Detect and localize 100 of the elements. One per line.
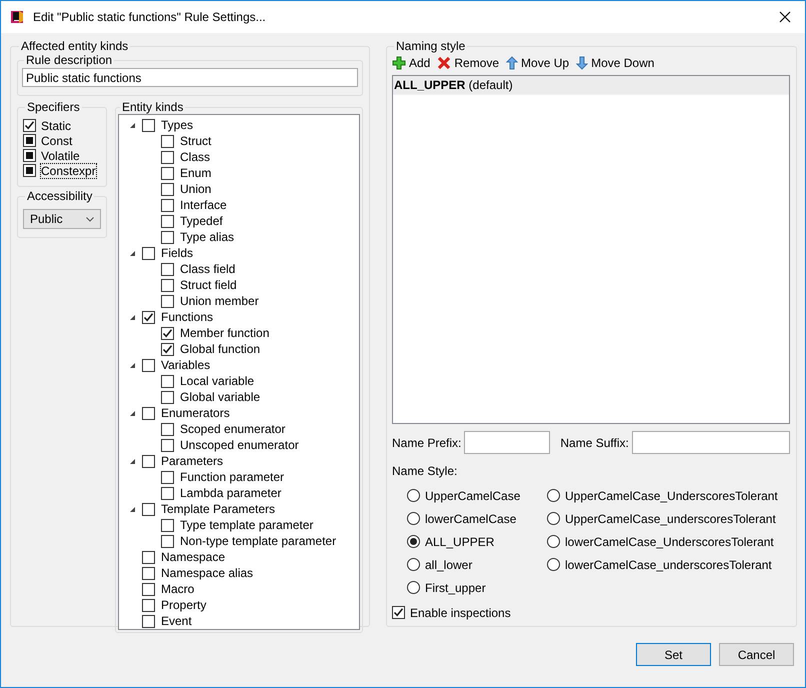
checkbox[interactable]	[161, 486, 174, 500]
move-down-button[interactable]: Move Down	[576, 56, 658, 70]
expand-arrow-icon[interactable]	[129, 122, 136, 128]
checkbox[interactable]	[142, 566, 155, 580]
tree-item-label[interactable]: Variables	[161, 358, 210, 372]
checkbox[interactable]	[161, 534, 174, 548]
checkbox[interactable]	[161, 518, 174, 532]
radio-label: lowerCamelCase_underscoresTolerant	[565, 558, 772, 572]
tree-item-label[interactable]: Type template parameter	[180, 518, 314, 532]
radio-button[interactable]	[407, 489, 420, 502]
tree-item-label[interactable]: Class	[180, 150, 210, 164]
tree-item-label[interactable]: Member function	[180, 326, 270, 340]
cancel-button[interactable]: Cancel	[719, 643, 794, 666]
checkbox[interactable]	[23, 149, 36, 162]
checkbox[interactable]	[161, 182, 174, 196]
checkbox[interactable]	[23, 134, 36, 147]
checkbox[interactable]	[142, 246, 155, 260]
checkbox[interactable]	[161, 166, 174, 180]
radio-button[interactable]	[407, 512, 420, 526]
checkbox[interactable]	[142, 598, 155, 612]
tree-item-label[interactable]: Enum	[180, 166, 212, 180]
tree-item-label[interactable]: Local variable	[180, 374, 254, 388]
tree-item-label[interactable]: Enumerators	[161, 406, 230, 420]
radio-button[interactable]	[407, 581, 420, 594]
tree-item-label[interactable]: Unscoped enumerator	[180, 438, 299, 452]
expand-arrow-icon[interactable]	[129, 362, 136, 368]
checkbox[interactable]	[161, 326, 174, 340]
radio-button[interactable]	[407, 535, 420, 548]
tree-item-label[interactable]: Union	[180, 182, 212, 196]
expand-arrow-icon[interactable]	[129, 250, 136, 256]
tree-item-label[interactable]: Struct field	[180, 278, 237, 292]
tree-item-label[interactable]: Typedef	[180, 214, 223, 228]
set-button[interactable]: Set	[636, 643, 711, 666]
accessibility-dropdown[interactable]: Public	[23, 209, 101, 229]
radio-button[interactable]	[547, 512, 560, 526]
checkbox[interactable]	[161, 422, 174, 436]
tree-item-label[interactable]: Union member	[180, 294, 259, 308]
tree-item-label[interactable]: Fields	[161, 246, 194, 260]
move-up-button[interactable]: Move Up	[506, 56, 572, 70]
checkbox[interactable]	[161, 374, 174, 388]
tree-item-label[interactable]: Namespace alias	[161, 566, 254, 580]
checkbox[interactable]	[142, 550, 155, 564]
checkbox[interactable]	[161, 278, 174, 292]
tree-item-label[interactable]: Type alias	[180, 230, 234, 244]
name-suffix-field[interactable]	[632, 431, 790, 454]
checkbox[interactable]	[142, 614, 155, 628]
checkbox[interactable]	[161, 342, 174, 356]
tree-item-label[interactable]: Namespace	[161, 550, 226, 564]
list-item[interactable]: ALL_UPPER (default)	[393, 76, 789, 95]
checkbox[interactable]	[142, 454, 155, 468]
expand-arrow-icon[interactable]	[129, 314, 136, 320]
tree-item-label[interactable]: Macro	[161, 582, 194, 596]
checkbox[interactable]	[142, 118, 155, 132]
checkbox[interactable]	[142, 310, 155, 324]
checkbox-label: Enable inspections	[410, 606, 511, 620]
checkbox[interactable]	[161, 294, 174, 308]
checkbox[interactable]	[23, 119, 36, 132]
expand-arrow-icon[interactable]	[129, 410, 136, 416]
add-button[interactable]: Add	[392, 56, 434, 70]
checkbox[interactable]	[161, 470, 174, 484]
tree-item-label[interactable]: Class field	[180, 262, 236, 276]
tree-item-label[interactable]: Parameters	[161, 454, 224, 468]
checkbox[interactable]	[23, 164, 36, 177]
close-icon[interactable]	[779, 11, 791, 23]
group-title: Specifiers	[26, 100, 81, 114]
name-prefix-field[interactable]	[464, 431, 550, 454]
tree-item-label[interactable]: Global function	[180, 342, 260, 356]
checkbox[interactable]	[142, 406, 155, 420]
tree-item-label[interactable]: Property	[161, 598, 206, 612]
tree-item-label[interactable]: Function parameter	[180, 470, 284, 484]
checkbox[interactable]	[161, 214, 174, 228]
radio-button[interactable]	[407, 558, 420, 572]
remove-button[interactable]: Remove	[437, 56, 502, 70]
tree-item-label[interactable]: Scoped enumerator	[180, 422, 286, 436]
radio-button[interactable]	[547, 535, 560, 548]
checkbox[interactable]	[161, 230, 174, 244]
checkbox[interactable]	[161, 134, 174, 148]
checkbox[interactable]	[161, 150, 174, 164]
tree-item-label[interactable]: Functions	[161, 310, 214, 324]
checkbox[interactable]	[142, 358, 155, 372]
tree-item-label[interactable]: Non-type template parameter	[180, 534, 336, 548]
checkbox[interactable]	[161, 198, 174, 212]
expand-arrow-icon[interactable]	[129, 506, 136, 512]
checkbox[interactable]	[142, 502, 155, 516]
radio-button[interactable]	[547, 489, 560, 502]
tree-item-label[interactable]: Interface	[180, 198, 227, 212]
checkbox[interactable]	[142, 582, 155, 596]
radio-button[interactable]	[547, 558, 560, 572]
rule-description-field[interactable]: Public static functions	[22, 68, 358, 87]
checkbox[interactable]	[161, 438, 174, 452]
tree-item-label[interactable]: Struct	[180, 134, 212, 148]
tree-item-label[interactable]: Event	[161, 614, 192, 628]
tree-item-label[interactable]: Template Parameters	[161, 502, 276, 516]
tree-item-label[interactable]: Types	[161, 118, 194, 132]
checkbox[interactable]	[392, 606, 405, 620]
checkbox[interactable]	[161, 390, 174, 404]
expand-arrow-icon[interactable]	[129, 458, 136, 464]
checkbox[interactable]	[161, 262, 174, 276]
tree-item-label[interactable]: Lambda parameter	[180, 486, 282, 500]
tree-item-label[interactable]: Global variable	[180, 390, 260, 404]
